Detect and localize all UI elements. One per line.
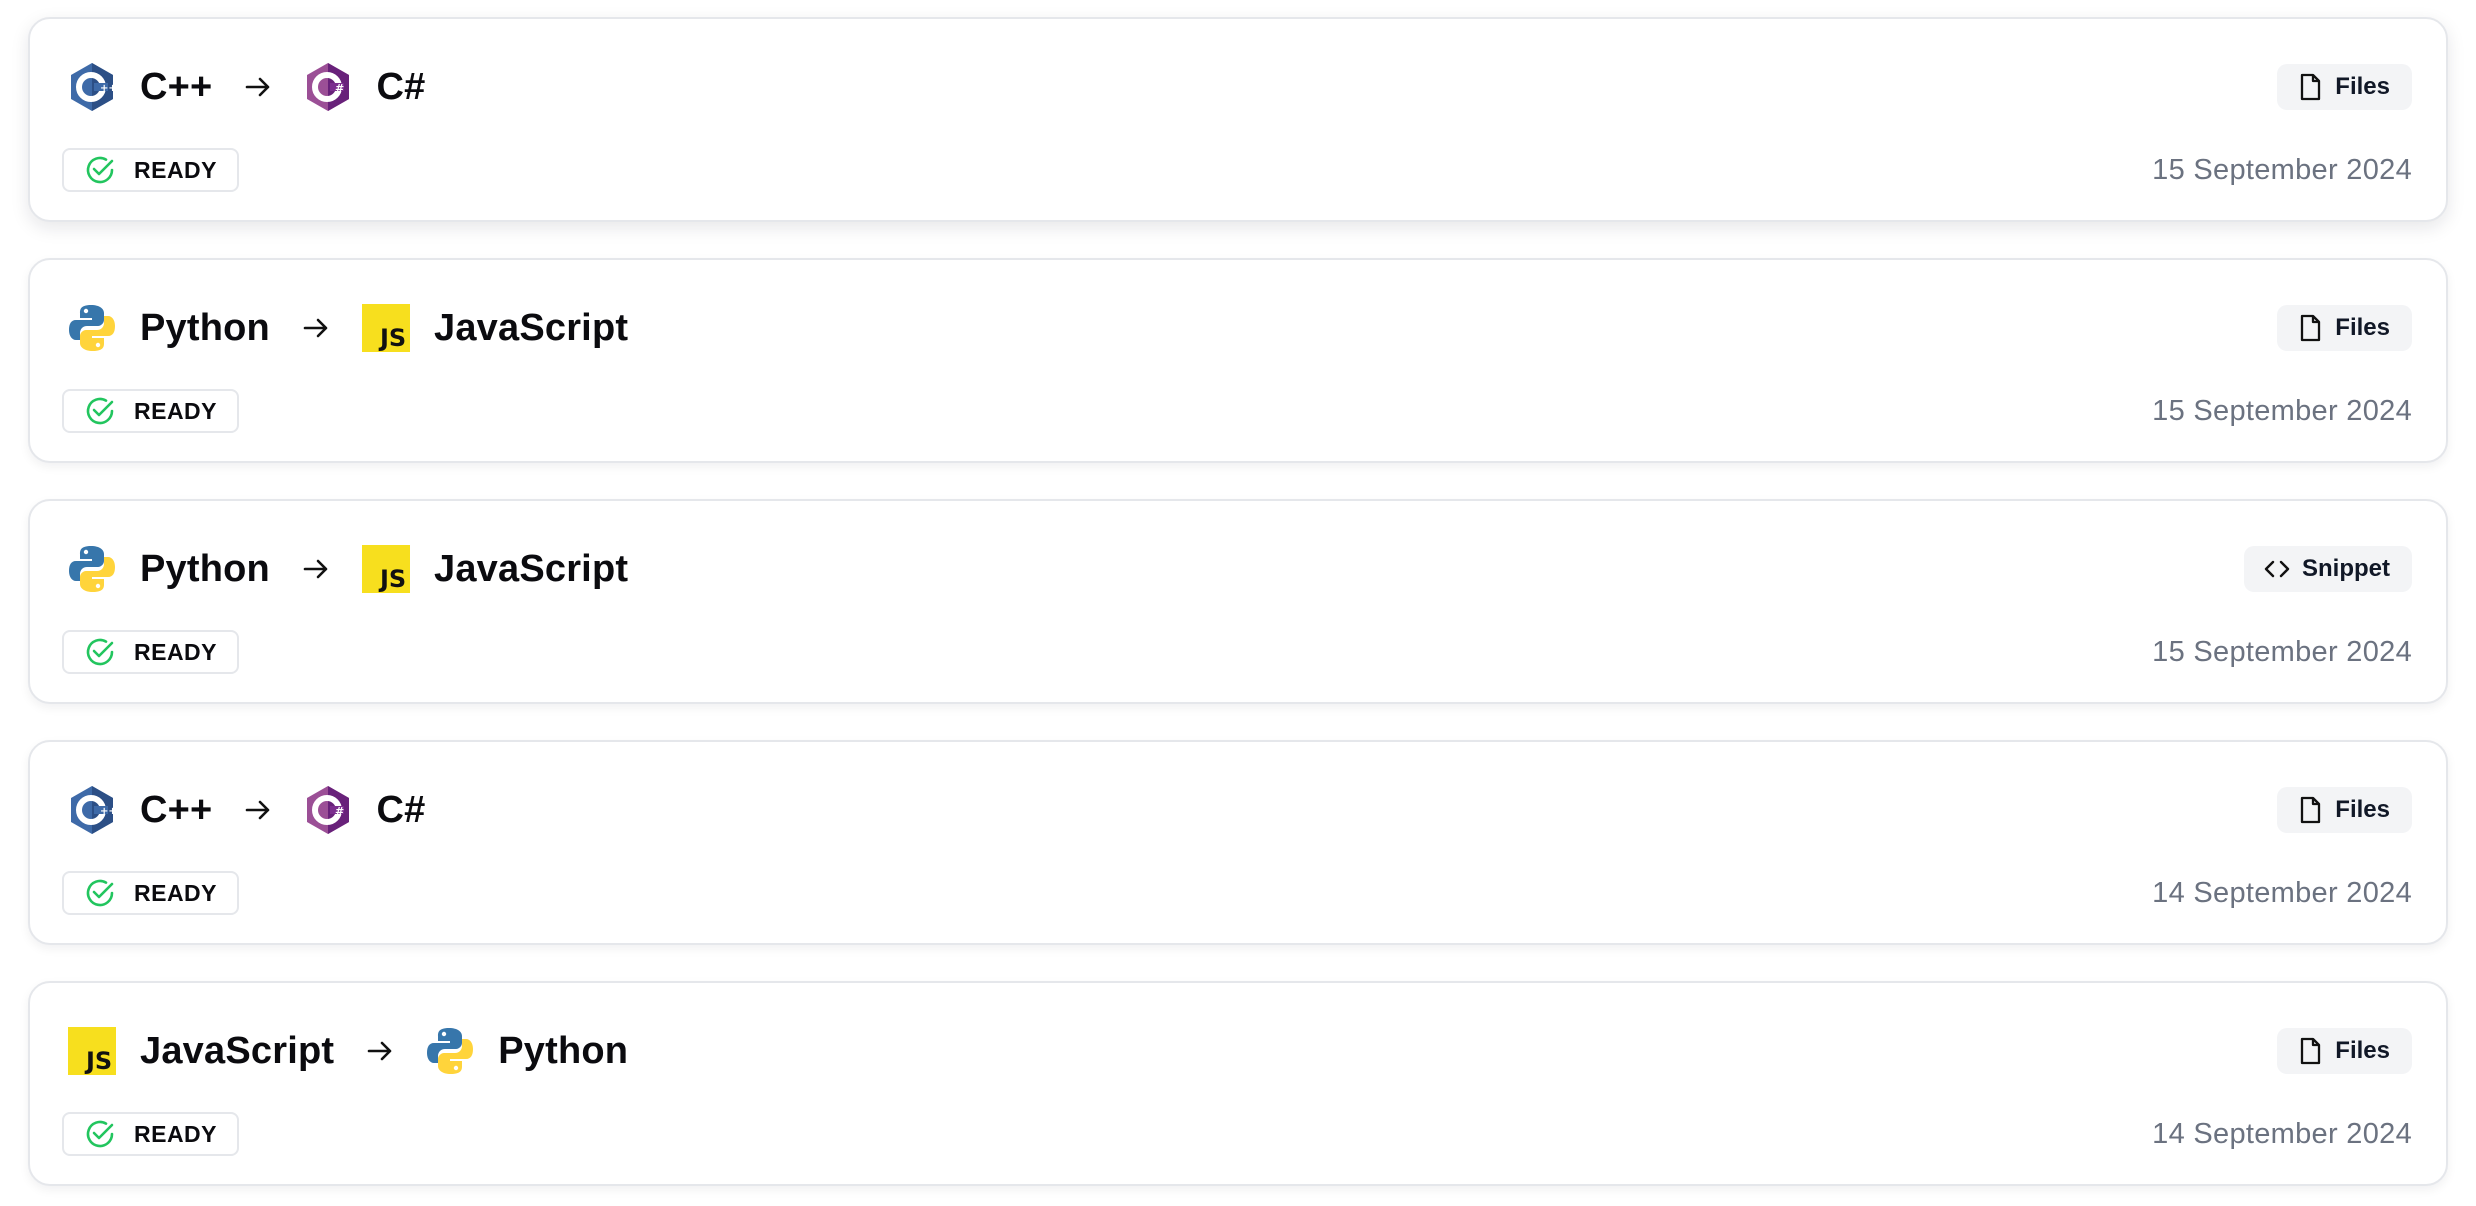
conversion-date: 14 September 2024 [2152,876,2412,909]
conversion-card[interactable]: Python JS JavaScript Files READY 15 Sept… [28,258,2448,463]
language-pair: JS JavaScript Python [66,1025,628,1077]
status-label: READY [134,397,218,424]
file-icon [2301,314,2321,342]
conversion-header: Python JS JavaScript Files [66,300,2412,356]
files-button[interactable]: Files [2277,64,2412,110]
conversion-card[interactable]: ++ C++ # C# Files READY 14 September 202… [28,740,2448,945]
files-button[interactable]: Files [2277,305,2412,351]
type-label: Files [2335,73,2390,100]
javascript-icon: JS [360,543,412,595]
check-circle-icon [86,1120,114,1148]
csharp-icon: # [302,61,354,113]
file-icon [2301,73,2321,101]
target-language: Python [498,1029,629,1072]
source-language: C++ [140,788,213,831]
target-language: JavaScript [433,547,629,590]
javascript-icon: JS [360,302,412,354]
conversion-footer: READY 15 September 2024 [62,388,2412,434]
file-icon [2301,796,2321,824]
conversion-list: ++ C++ # C# Files READY 15 September 202… [0,0,2476,1206]
conversion-card[interactable]: ++ C++ # C# Files READY 15 September 202… [28,17,2448,222]
conversion-footer: READY 14 September 2024 [62,1111,2412,1157]
conversion-header: JS JavaScript Python Files [66,1023,2412,1079]
conversion-footer: READY 15 September 2024 [62,147,2412,193]
type-label: Files [2335,1037,2390,1064]
code-icon [2264,560,2290,578]
python-icon [424,1025,476,1077]
check-circle-icon [86,638,114,666]
status-label: READY [134,879,218,906]
conversion-card[interactable]: JS JavaScript Python Files READY 14 Sept… [28,981,2448,1186]
arrow-right-icon [300,553,332,585]
svg-text:JS: JS [378,324,406,352]
svg-text:#: # [335,82,344,95]
status-badge: READY [62,148,240,192]
target-language: JavaScript [433,306,629,349]
svg-text:++: ++ [100,83,117,94]
files-button[interactable]: Files [2277,787,2412,833]
conversion-date: 15 September 2024 [2152,394,2412,427]
conversion-footer: READY 14 September 2024 [62,870,2412,916]
type-label: Files [2335,314,2390,341]
status-label: READY [134,156,218,183]
status-badge: READY [62,1112,240,1156]
arrow-right-icon [300,312,332,344]
source-language: C++ [140,65,213,108]
python-icon [66,302,118,354]
snippet-button[interactable]: Snippet [2244,546,2412,592]
source-language: Python [140,547,270,590]
target-language: C# [376,65,426,108]
status-label: READY [134,638,218,665]
file-icon [2301,1037,2321,1065]
javascript-icon: JS [66,1025,118,1077]
status-badge: READY [62,871,240,915]
cpp-icon: ++ [66,61,118,113]
conversion-date: 15 September 2024 [2152,635,2412,668]
target-language: C# [376,788,426,831]
status-label: READY [134,1120,218,1147]
svg-text:JS: JS [84,1047,112,1075]
cpp-icon: ++ [66,784,118,836]
check-circle-icon [86,156,114,184]
svg-text:#: # [335,805,344,818]
type-label: Files [2335,796,2390,823]
source-language: JavaScript [140,1029,335,1072]
language-pair: Python JS JavaScript [66,543,628,595]
svg-text:++: ++ [100,806,117,817]
language-pair: ++ C++ # C# [66,61,425,113]
status-badge: READY [62,630,240,674]
python-icon [66,543,118,595]
arrow-right-icon [364,1035,396,1067]
language-pair: ++ C++ # C# [66,784,425,836]
svg-text:JS: JS [378,565,406,593]
conversion-header: Python JS JavaScript Snippet [66,541,2412,597]
type-label: Snippet [2302,555,2390,582]
conversion-footer: READY 15 September 2024 [62,629,2412,675]
conversion-date: 15 September 2024 [2152,153,2412,186]
conversion-header: ++ C++ # C# Files [66,59,2412,115]
csharp-icon: # [302,784,354,836]
status-badge: READY [62,389,240,433]
conversion-header: ++ C++ # C# Files [66,782,2412,838]
source-language: Python [140,306,270,349]
conversion-date: 14 September 2024 [2152,1117,2412,1150]
check-circle-icon [86,397,114,425]
arrow-right-icon [242,71,274,103]
files-button[interactable]: Files [2277,1028,2412,1074]
arrow-right-icon [242,794,274,826]
conversion-card[interactable]: Python JS JavaScript Snippet READY 15 Se… [28,499,2448,704]
language-pair: Python JS JavaScript [66,302,628,354]
check-circle-icon [86,879,114,907]
